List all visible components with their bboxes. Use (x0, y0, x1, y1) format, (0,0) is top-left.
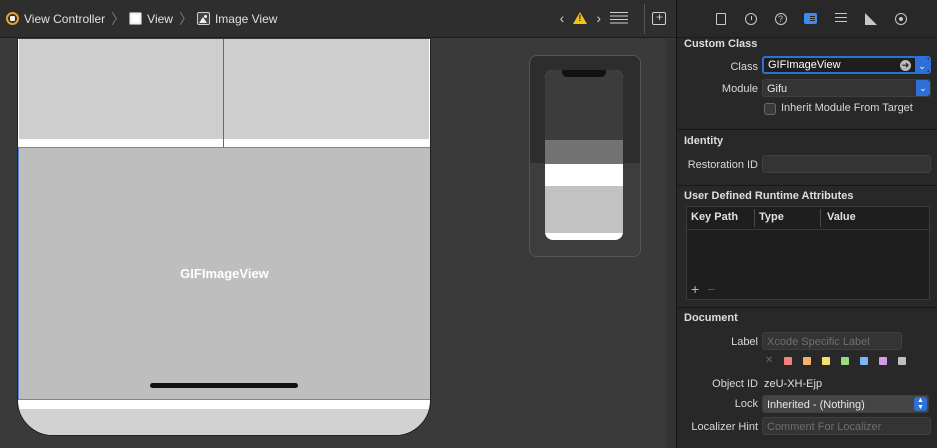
section-title: Custom Class (684, 38, 758, 50)
minimap[interactable] (529, 55, 641, 257)
color-swatch-blue[interactable] (860, 357, 868, 365)
lock-value: Inherited - (Nothing) (767, 399, 865, 411)
color-swatch-red[interactable] (784, 357, 792, 365)
table-buttons: + − (691, 281, 715, 297)
object-id-label: Object ID (712, 378, 758, 390)
module-field[interactable]: Gifu ⌄ (762, 79, 931, 97)
breadcrumb-label: View (147, 11, 173, 26)
issue-previous-icon[interactable]: ‹ (560, 10, 565, 26)
breadcrumb-label: View Controller (24, 11, 106, 26)
column-header[interactable]: Value (827, 211, 856, 223)
history-inspector-icon[interactable] (741, 9, 760, 28)
image-view-icon (196, 12, 210, 25)
arrow-right-circle-icon[interactable]: ➜ (900, 60, 911, 71)
gif-view-label: GIFImageView (180, 266, 269, 281)
view-controller-icon (6, 12, 19, 25)
module-value: Gifu (767, 83, 788, 95)
minimap-notch (562, 70, 606, 77)
restoration-id-field[interactable] (762, 155, 931, 173)
color-swatch-yellow[interactable] (822, 357, 830, 365)
canvas-scrollbar[interactable] (666, 39, 676, 448)
section-title: User Defined Runtime Attributes (684, 190, 854, 202)
device-frame: GIFImageView (17, 39, 431, 436)
color-swatch-purple[interactable] (879, 357, 887, 365)
column-divider (820, 209, 821, 227)
color-swatch-gray[interactable] (898, 357, 906, 365)
home-indicator (150, 383, 298, 388)
breadcrumb-image-view[interactable]: Image View (196, 11, 278, 26)
identity-inspector: ? Custom Class Class GIFImageView ➜ ⌄ Mo… (676, 0, 937, 448)
minimap-view (545, 70, 623, 140)
chevron-right-icon: 〉 (111, 10, 126, 27)
inherit-module-checkbox[interactable] (764, 103, 776, 115)
issue-next-icon[interactable]: › (596, 10, 601, 26)
column-divider (754, 209, 755, 227)
size-inspector-icon[interactable] (861, 9, 880, 28)
section-title: Document (684, 312, 738, 324)
column-header[interactable]: Key Path (691, 211, 738, 223)
document-section: Document Label Xcode Specific Label Obje… (677, 307, 937, 448)
updown-arrows-icon: ▲ ▼ (914, 397, 927, 411)
view-icon (129, 12, 143, 25)
inspector-tabs: ? (677, 0, 937, 38)
lock-popup[interactable]: Inherited - (Nothing) ▲ ▼ (762, 395, 929, 413)
bottom-view (18, 409, 430, 435)
remove-attribute-button[interactable]: − (707, 281, 715, 297)
color-swatch-green[interactable] (841, 357, 849, 365)
class-field[interactable]: GIFImageView ➜ ⌄ (762, 56, 931, 74)
label-color-swatches: ✕ (765, 356, 906, 366)
constraint-line[interactable] (223, 39, 224, 147)
identity-inspector-icon[interactable] (801, 9, 820, 28)
minimap-view (545, 186, 623, 233)
warning-icon[interactable] (573, 12, 588, 24)
breadcrumb-view-controller[interactable]: View Controller (6, 12, 105, 26)
storyboard-canvas[interactable]: GIFImageView (0, 39, 664, 448)
jump-bar: View Controller 〉 View 〉 Image View ‹ › (0, 0, 676, 38)
class-label: Class (730, 61, 758, 73)
class-value: GIFImageView (768, 59, 841, 71)
interface-builder-editor: View Controller 〉 View 〉 Image View ‹ › … (0, 0, 676, 448)
chevron-down-icon[interactable]: ⌄ (915, 58, 929, 72)
section-title: Identity (684, 135, 724, 147)
lock-label: Lock (734, 398, 758, 410)
attributes-inspector-icon[interactable] (831, 9, 850, 28)
gif-image-view[interactable]: GIFImageView (18, 147, 430, 400)
add-attribute-button[interactable]: + (691, 281, 699, 297)
no-color-icon[interactable]: ✕ (765, 356, 773, 366)
object-id-value: zeU-XH-Ejp (764, 378, 823, 390)
localizer-hint-field[interactable]: Comment For Localizer (762, 417, 931, 435)
inherit-module-label: Inherit Module From Target (781, 102, 913, 114)
label-field[interactable]: Xcode Specific Label (762, 332, 902, 350)
localizer-placeholder: Comment For Localizer (767, 421, 882, 433)
identity-section: Identity Restoration ID (677, 129, 937, 185)
module-label: Module (721, 83, 758, 95)
label-label: Label (731, 336, 758, 348)
top-view[interactable] (19, 39, 429, 139)
minimap-device (545, 70, 623, 240)
restoration-id-label: Restoration ID (687, 159, 758, 171)
connections-inspector-icon[interactable] (891, 9, 910, 28)
column-header[interactable]: Type (759, 211, 784, 223)
breadcrumb-view[interactable]: View (129, 12, 173, 26)
custom-class-section: Custom Class Class GIFImageView ➜ ⌄ Modu… (677, 38, 937, 129)
chevron-right-icon: 〉 (178, 10, 193, 27)
table-header: Key Path Type Value (687, 207, 929, 230)
runtime-attributes-table[interactable]: Key Path Type Value + − (686, 206, 930, 300)
minimap-view (545, 140, 623, 164)
label-placeholder: Xcode Specific Label (767, 336, 870, 348)
chevron-down-icon[interactable]: ⌄ (916, 80, 930, 96)
divider (644, 4, 645, 34)
add-editor-icon[interactable] (652, 10, 666, 25)
quick-help-icon[interactable]: ? (771, 9, 790, 28)
file-inspector-icon[interactable] (711, 9, 730, 28)
localizer-hint-label: Localizer Hint (691, 421, 758, 433)
breadcrumb-label: Image View (214, 11, 278, 26)
color-swatch-orange[interactable] (803, 357, 811, 365)
editor-options-icon[interactable] (610, 12, 628, 24)
